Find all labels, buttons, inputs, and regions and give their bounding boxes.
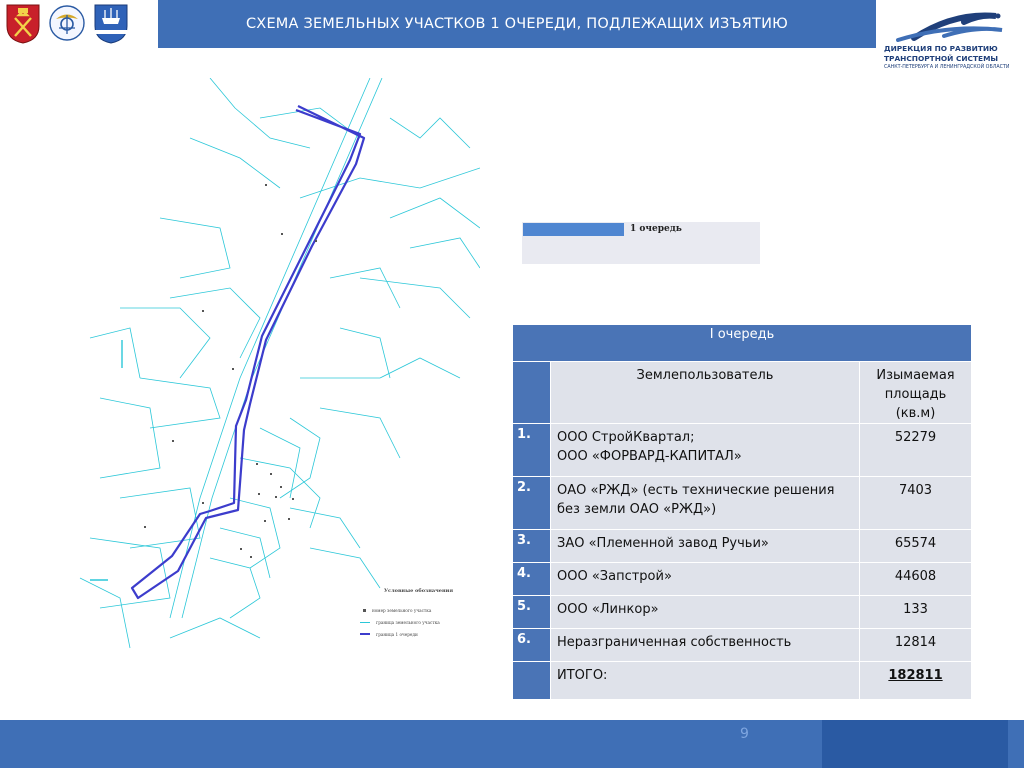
parcel-boundary-symbol — [360, 621, 370, 623]
total-num-cell — [513, 662, 551, 700]
first-queue-boundary — [130, 105, 366, 600]
row-number: 1. — [513, 424, 551, 477]
leningrad-oblast-coat-of-arms-icon — [94, 4, 128, 44]
row-name: ОАО «РЖД» (есть технические решения без … — [557, 483, 835, 517]
row-area: 133 — [903, 602, 928, 617]
row-area: 12814 — [894, 635, 937, 650]
map-legend-item: граница земельного участка — [360, 618, 440, 626]
area-cell: 7403 — [860, 477, 972, 530]
table-row: 3. ЗАО «Племенной завод Ручьи» 65574 — [513, 530, 972, 563]
table-row: 5. ООО «Линкор» 133 — [513, 596, 972, 629]
page-number: 9 — [740, 726, 749, 742]
ministry-transport-emblem-icon — [49, 5, 85, 41]
spb-coat-of-arms-icon — [6, 4, 40, 44]
row-name: ООО «Запстрой» — [557, 569, 672, 584]
area-cell: 52279 — [860, 424, 972, 477]
parcel-numbers — [144, 184, 317, 558]
row-name: ООО «Линкор» — [557, 602, 659, 617]
land-table: I очередь Землепользователь Изымаемая пл… — [513, 325, 972, 700]
map-legend-label: граница 1 очереди — [376, 631, 418, 637]
table-row: 1. ООО СтройКвартал; ООО «ФОРВАРД-КАПИТА… — [513, 424, 972, 477]
row-number: 6. — [513, 629, 551, 662]
table-row: 4. ООО «Запстрой» 44608 — [513, 563, 972, 596]
name-cell: ОАО «РЖД» (есть технические решения без … — [551, 477, 860, 530]
table-row: 6. Неразграниченная собственность 12814 — [513, 629, 972, 662]
name-cell: Неразграниченная собственность — [551, 629, 860, 662]
row-area: 52279 — [894, 430, 937, 445]
map-ticks — [90, 340, 123, 581]
row-area: 65574 — [894, 536, 937, 551]
name-cell: ЗАО «Племенной завод Ручьи» — [551, 530, 860, 563]
area-cell: 44608 — [860, 563, 972, 596]
road-swoosh-icon — [896, 12, 1003, 42]
area-header-cell: Изымаемая площадь (кв.м) — [860, 362, 972, 424]
column-header-area: Изымаемая площадь (кв.м) — [876, 368, 955, 421]
map-legend-label: граница земельного участка — [376, 619, 440, 625]
queue-boundary-symbol — [360, 633, 370, 635]
queue-legend: 1 очередь — [522, 222, 760, 264]
table-header-row: Землепользователь Изымаемая площадь (кв.… — [513, 362, 972, 424]
row-number: 4. — [513, 563, 551, 596]
row-name: ООО СтройКвартал; ООО «ФОРВАРД-КАПИТАЛ» — [557, 430, 742, 464]
area-cell: 12814 — [860, 629, 972, 662]
total-area: 182811 — [888, 668, 943, 683]
row-name: ЗАО «Племенной завод Ручьи» — [557, 536, 769, 551]
title-bar: СХЕМА ЗЕМЕЛЬНЫХ УЧАСТКОВ 1 ОЧЕРЕДИ, ПОДЛ… — [158, 0, 876, 48]
name-cell: ООО «Линкор» — [551, 596, 860, 629]
total-label-cell: ИТОГО: — [551, 662, 860, 700]
name-cell: ООО СтройКвартал; ООО «ФОРВАРД-КАПИТАЛ» — [551, 424, 860, 477]
num-header-cell — [513, 362, 551, 424]
row-area: 44608 — [894, 569, 937, 584]
queue-legend-label: 1 очередь — [630, 224, 682, 234]
column-header-user: Землепользователь — [636, 368, 774, 383]
map-legend-label: номер земельного участка — [372, 607, 432, 613]
row-number: 2. — [513, 477, 551, 530]
logo-line-1: ДИРЕКЦИЯ ПО РАЗВИТИЮ — [884, 44, 998, 53]
parcel-number-symbol — [363, 608, 366, 612]
map-legend-item: граница 1 очереди — [360, 630, 418, 638]
map-legend-item: номер земельного участка — [360, 606, 431, 614]
name-cell: ООО «Запстрой» — [551, 563, 860, 596]
emblems — [4, 2, 130, 46]
total-label: ИТОГО: — [557, 668, 608, 683]
area-cell: 65574 — [860, 530, 972, 563]
map-legend-title: Условные обозначения — [384, 588, 454, 594]
logo-line-2: ТРАНСПОРТНОЙ СИСТЕМЫ — [884, 54, 999, 63]
row-number: 3. — [513, 530, 551, 563]
page-title: СХЕМА ЗЕМЕЛЬНЫХ УЧАСТКОВ 1 ОЧЕРЕДИ, ПОДЛ… — [245, 16, 788, 32]
logo-line-3: САНКТ-ПЕТЕРБУРГА И ЛЕНИНГРАДСКОЙ ОБЛАСТИ — [884, 65, 1010, 70]
queue-swatch — [523, 223, 624, 236]
total-area-cell: 182811 — [860, 662, 972, 700]
row-area: 7403 — [898, 483, 933, 498]
table-title-row: I очередь — [513, 325, 972, 362]
table-title: I очередь — [513, 325, 972, 362]
row-number: 5. — [513, 596, 551, 629]
table-total-row: ИТОГО: 182811 — [513, 662, 972, 700]
footer-accent — [822, 720, 1008, 768]
user-header-cell: Землепользователь — [551, 362, 860, 424]
directorate-logo: ДИРЕКЦИЯ ПО РАЗВИТИЮ ТРАНСПОРТНОЙ СИСТЕМ… — [884, 8, 1016, 70]
area-cell: 133 — [860, 596, 972, 629]
row-name: Неразграниченная собственность — [557, 635, 792, 650]
table-row: 2. ОАО «РЖД» (есть технические решения б… — [513, 477, 972, 530]
parcel-boundaries — [79, 78, 480, 649]
cadastral-map — [79, 78, 480, 649]
